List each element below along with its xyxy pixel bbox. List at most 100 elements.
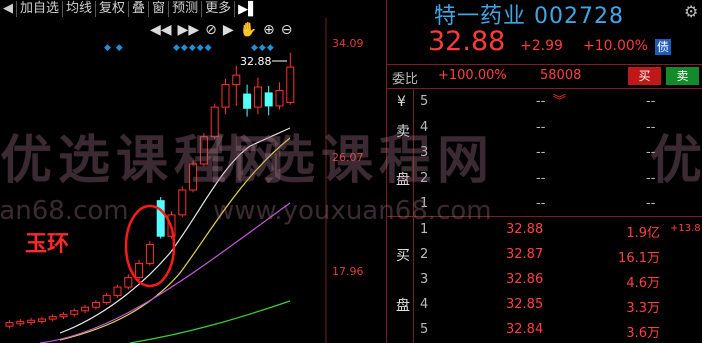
- candle-up: [91, 300, 100, 310]
- candle-down: [243, 84, 252, 117]
- sell-volume: --: [646, 94, 656, 109]
- buy-price: 32.88: [506, 222, 544, 237]
- buy-label-2: 盘: [396, 298, 410, 314]
- candle-body: [70, 310, 79, 315]
- candle-body: [178, 189, 187, 216]
- candle-body: [124, 277, 133, 288]
- candle-body: [145, 243, 154, 264]
- gear-icon[interactable]: ⚙: [684, 2, 698, 21]
- candle-up: [145, 240, 154, 266]
- axis-tick-high: 34.09: [332, 37, 364, 50]
- sell-price: --: [536, 145, 546, 160]
- candle-up: [48, 314, 57, 322]
- weibi-value: +100.00%: [438, 68, 507, 83]
- buy-button[interactable]: 买: [628, 67, 661, 85]
- ma-line-green: [129, 300, 291, 343]
- candle-body: [264, 92, 273, 107]
- price-change-pct: +10.00%: [583, 38, 649, 54]
- collapse-icon[interactable]: ◀: [0, 1, 17, 17]
- candle-body: [5, 322, 14, 327]
- buy-volume: 3.6万: [626, 326, 660, 341]
- bond-badge[interactable]: 债: [655, 39, 672, 55]
- candle-body: [16, 320, 25, 325]
- candle-up: [221, 78, 230, 115]
- chevron-down-icon[interactable]: ︾: [553, 90, 566, 109]
- sell-price: --: [536, 94, 546, 109]
- chart-toolbar: ◀ 加自选 均线 复权 叠 窗 预测 更多 ▶▌: [0, 0, 326, 18]
- candle-down: [264, 85, 273, 116]
- more-button[interactable]: 更多: [202, 1, 236, 17]
- buy-price: 32.84: [506, 322, 544, 337]
- candle-body: [232, 74, 241, 86]
- overlay-button[interactable]: 叠: [129, 1, 150, 17]
- candle-up: [27, 317, 36, 325]
- candle-up: [286, 52, 295, 105]
- candle-up: [59, 311, 68, 320]
- candle-up: [275, 82, 284, 110]
- buy-level: 4: [420, 297, 429, 312]
- buy-level: 2: [420, 247, 429, 262]
- candle-up: [102, 293, 111, 305]
- candle-body: [243, 93, 252, 109]
- candle-body: [81, 306, 90, 312]
- candle-body: [91, 301, 100, 308]
- buy-label-1: 买: [396, 248, 410, 264]
- candle-body: [48, 316, 57, 320]
- candle-body: [221, 84, 230, 108]
- sell-label-yen: ¥: [397, 94, 406, 110]
- sell-price: --: [536, 120, 546, 135]
- buy-volume: 3.3万: [626, 301, 660, 316]
- buy-volume: 16.1万: [618, 251, 660, 266]
- current-price: 32.88: [428, 26, 506, 57]
- candle-body: [102, 294, 111, 303]
- buy-volume: 1.9亿: [626, 226, 660, 241]
- candle-up: [113, 284, 122, 298]
- sell-price: --: [536, 171, 546, 186]
- buy-volume: 4.6万: [626, 276, 660, 291]
- watermark-url-center: www.youxuan68.com: [213, 196, 492, 226]
- forecast-button[interactable]: 预测: [169, 1, 203, 17]
- sell-button[interactable]: 卖: [666, 67, 699, 85]
- candle-body: [59, 313, 68, 318]
- buy-extra: +13.8: [670, 223, 701, 234]
- moving-average-button[interactable]: 均线: [63, 1, 97, 17]
- price-label: 32.88: [240, 55, 272, 68]
- buy-price: 32.87: [506, 247, 544, 262]
- candle-body: [135, 262, 144, 279]
- candle-body: [113, 286, 122, 296]
- candle-up: [5, 320, 14, 329]
- sell-level: 5: [420, 94, 429, 109]
- candle-up: [253, 77, 262, 115]
- axis-tick-low: 17.96: [332, 265, 364, 278]
- candle-body: [37, 318, 46, 322]
- watermark-text-right: 优: [650, 131, 702, 191]
- weibi-divider: [387, 88, 702, 89]
- sell-price: --: [536, 196, 546, 211]
- candle-body: [27, 319, 36, 324]
- add-watchlist-button[interactable]: 加自选: [17, 1, 64, 17]
- candle-body: [286, 66, 295, 103]
- stock-code: 002728: [534, 4, 624, 29]
- candle-body: [253, 86, 262, 108]
- candle-up: [124, 274, 133, 290]
- candle-up: [81, 304, 90, 314]
- candle-up: [70, 308, 79, 317]
- candle-down: [156, 197, 165, 239]
- annotation-label: 玉环: [25, 232, 70, 257]
- weibi-label: 委比: [392, 72, 419, 87]
- candle-up: [135, 259, 144, 280]
- buy-price: 32.86: [506, 272, 544, 287]
- watermark-text-center: 优选课程网: [205, 131, 496, 191]
- candle-up: [37, 316, 46, 324]
- sell-volume: --: [646, 196, 656, 211]
- adjust-button[interactable]: 复权: [96, 1, 130, 17]
- window-button[interactable]: 窗: [149, 1, 170, 17]
- buy-price: 32.85: [506, 297, 544, 312]
- buy-level: 3: [420, 272, 429, 287]
- candle-body: [156, 200, 165, 237]
- header-divider: [387, 64, 702, 65]
- candle-up: [232, 65, 241, 106]
- price-change: +2.99: [520, 38, 563, 54]
- candle-body: [275, 90, 284, 107]
- expand-icon[interactable]: ▶▌: [235, 2, 261, 17]
